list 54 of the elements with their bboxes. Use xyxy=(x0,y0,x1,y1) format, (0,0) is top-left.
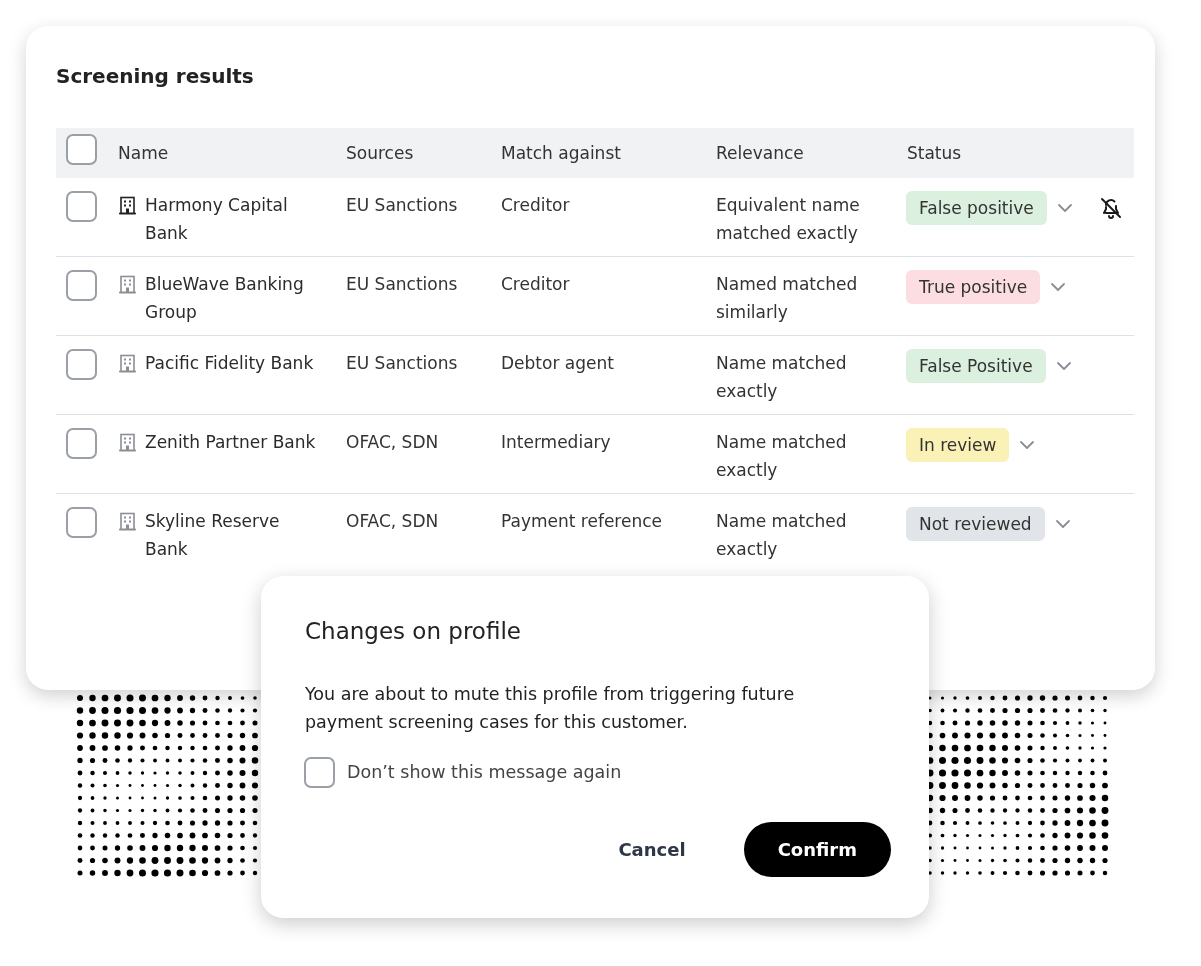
dialog-message: You are about to mute this profile from triggering future payment screening cases for this customer. xyxy=(305,683,796,734)
chevron-down-icon[interactable] xyxy=(1056,203,1073,213)
source-text: EU Sanctions xyxy=(345,352,459,375)
confirm-button[interactable]: Confirm xyxy=(743,822,891,877)
match-text: Payment reference xyxy=(500,510,663,533)
chevron-down-icon[interactable] xyxy=(1055,361,1072,371)
entity-name: Pacific Fidelity Bank xyxy=(145,352,314,375)
column-header: Status xyxy=(906,142,963,165)
source-text: EU Sanctions xyxy=(345,194,459,217)
column-header: Name xyxy=(117,142,170,165)
building-icon xyxy=(118,275,137,294)
source-text: EU Sanctions xyxy=(345,273,459,296)
status-tag[interactable]: Not reviewed xyxy=(906,507,1045,541)
entity-name: Skyline Reserve Bank xyxy=(145,510,281,561)
chevron-down-icon[interactable] xyxy=(1019,440,1036,450)
row-checkbox[interactable] xyxy=(66,507,97,538)
status-tag[interactable]: False Positive xyxy=(906,349,1046,383)
building-icon xyxy=(118,196,137,215)
relevance-text: Name matched exactly xyxy=(715,431,848,482)
building-icon xyxy=(118,433,137,452)
bell-off-icon[interactable] xyxy=(1098,196,1123,220)
checkbox-label: Don’t show this message again xyxy=(347,761,622,785)
match-text: Creditor xyxy=(500,273,571,296)
cancel-button[interactable]: Cancel xyxy=(610,826,694,873)
card-title: Screening results xyxy=(56,66,254,86)
select-all-checkbox[interactable] xyxy=(66,133,97,165)
status-tag[interactable]: In review xyxy=(906,428,1010,462)
entity-name: BlueWave Banking Group xyxy=(145,273,305,324)
entity-name: Zenith Partner Bank xyxy=(145,431,316,454)
building-icon xyxy=(118,512,137,531)
match-text: Intermediary xyxy=(500,431,612,454)
relevance-text: Equivalent name matched exactly xyxy=(715,194,861,245)
checkbox[interactable] xyxy=(304,757,335,788)
relevance-text: Name matched exactly xyxy=(715,510,848,561)
chevron-down-icon[interactable] xyxy=(1054,519,1071,529)
dialog-title: Changes on profile xyxy=(305,618,521,646)
column-header: Match against xyxy=(500,142,622,165)
row-checkbox[interactable] xyxy=(66,428,97,459)
entity-name: Harmony Capital Bank xyxy=(145,194,289,245)
row-checkbox[interactable] xyxy=(66,349,97,380)
source-text: OFAC, SDN xyxy=(345,431,440,454)
status-tag[interactable]: True positive xyxy=(906,270,1041,304)
source-text: OFAC, SDN xyxy=(345,510,440,533)
building-icon xyxy=(118,354,137,373)
row-checkbox[interactable] xyxy=(66,191,97,222)
column-header: Relevance xyxy=(715,142,805,165)
status-tag[interactable]: False positive xyxy=(906,191,1047,225)
relevance-text: Name matched exactly xyxy=(715,352,848,403)
relevance-text: Named matched similarly xyxy=(715,273,859,324)
match-text: Creditor xyxy=(500,194,571,217)
column-header: Sources xyxy=(345,142,415,165)
chevron-down-icon[interactable] xyxy=(1050,282,1067,292)
row-checkbox[interactable] xyxy=(66,270,97,301)
match-text: Debtor agent xyxy=(500,352,615,375)
